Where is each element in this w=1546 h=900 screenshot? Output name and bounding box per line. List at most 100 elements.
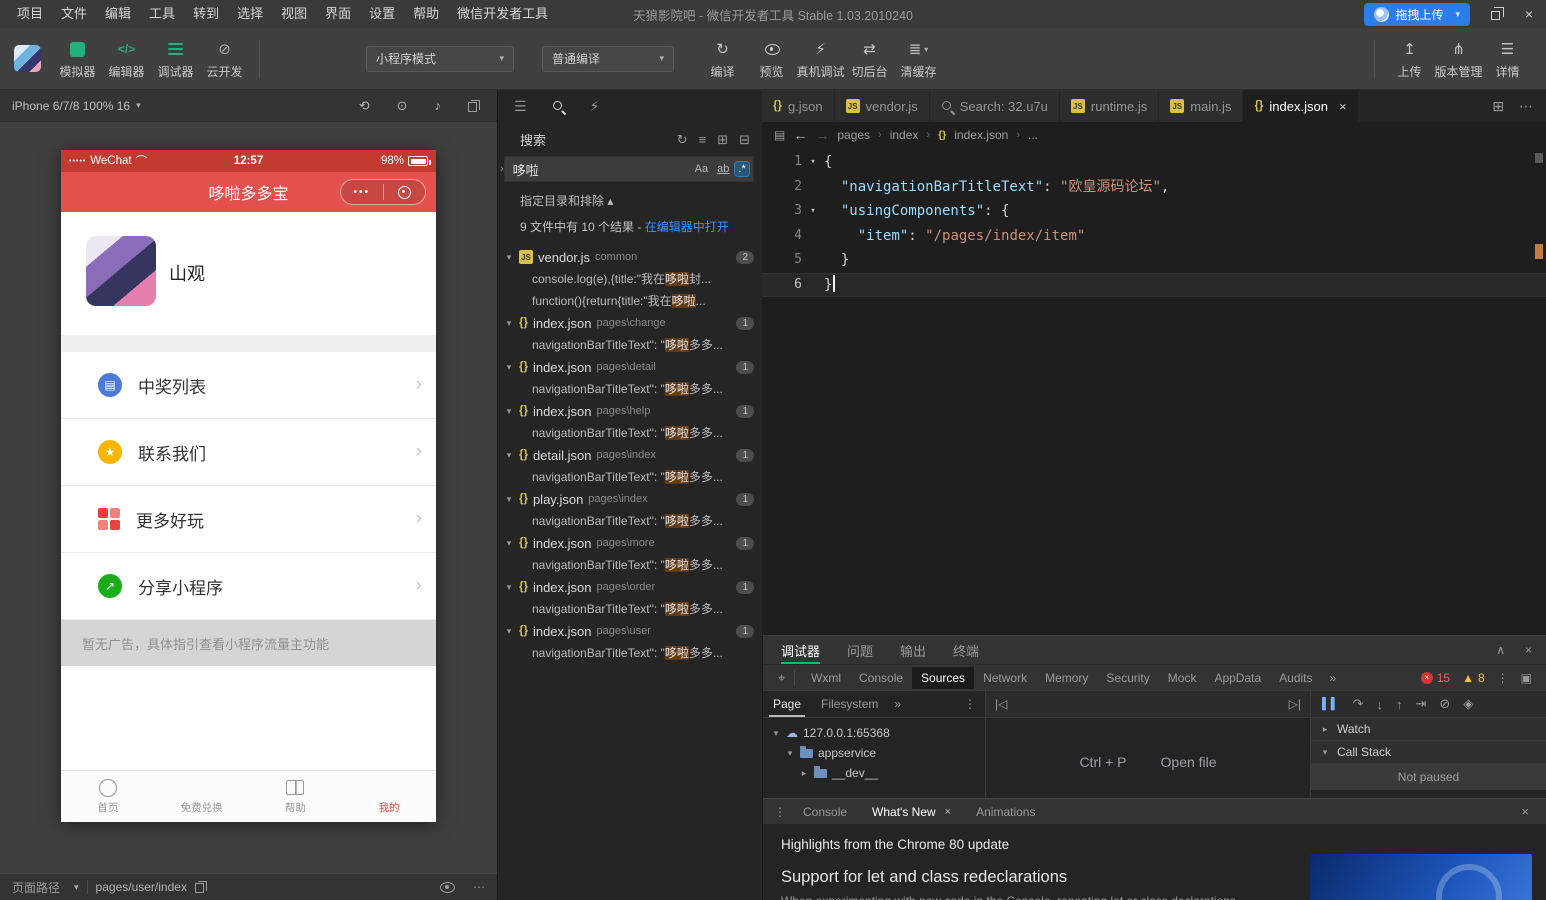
devtools-tab[interactable]: Network bbox=[974, 667, 1036, 689]
user-avatar[interactable] bbox=[14, 45, 41, 72]
search-match-line[interactable]: navigationBarTitleText": "哆啦多多... bbox=[498, 466, 762, 488]
phone-menu-item[interactable]: ↗分享小程序› bbox=[61, 553, 436, 620]
mute-icon[interactable]: ♪ bbox=[435, 98, 442, 113]
search-icon[interactable] bbox=[552, 100, 565, 113]
code-line[interactable]: 6} bbox=[762, 273, 1546, 298]
editor-button[interactable]: </>编辑器 bbox=[102, 38, 151, 80]
devtools-tab[interactable]: Audits bbox=[1270, 667, 1321, 689]
breadcrumb-item[interactable]: index.json bbox=[954, 128, 1008, 142]
search-match-line[interactable]: navigationBarTitleText": "哆啦多多... bbox=[498, 422, 762, 444]
watch-section-header[interactable]: ▸ Watch bbox=[1311, 718, 1546, 741]
close-panel-icon[interactable]: × bbox=[1525, 643, 1532, 657]
eye-icon[interactable] bbox=[439, 880, 455, 895]
search-match-line[interactable]: function(){return{title:"我在哆啦... bbox=[498, 290, 762, 312]
open-in-editor-link[interactable]: 在编辑器中打开 bbox=[645, 220, 729, 234]
split-editor-icon[interactable]: ⊞ bbox=[1492, 98, 1504, 115]
search-match-line[interactable]: navigationBarTitleText": "哆啦多多... bbox=[498, 510, 762, 532]
search-result-file[interactable]: ▾{}index.jsonpages\order1 bbox=[498, 576, 762, 598]
tree-item[interactable]: ▾appservice bbox=[763, 743, 985, 763]
call-stack-section-header[interactable]: ▾ Call Stack bbox=[1311, 741, 1546, 764]
menubar-item[interactable]: 选择 bbox=[228, 0, 272, 28]
preview-button[interactable]: 预览 bbox=[747, 38, 796, 80]
editor-tab[interactable]: {}g.json bbox=[762, 90, 835, 122]
outline-icon[interactable]: ▤ bbox=[774, 128, 785, 142]
error-counter[interactable]: ×15 bbox=[1421, 671, 1450, 685]
menubar-item[interactable]: 编辑 bbox=[96, 0, 140, 28]
capsule-menu[interactable]: ••• bbox=[340, 179, 426, 205]
editor-tab[interactable]: JSvendor.js bbox=[835, 90, 930, 122]
match-case-toggle[interactable]: Aa bbox=[692, 162, 711, 176]
search-result-file[interactable]: ▾{}index.jsonpages\user1 bbox=[498, 620, 762, 642]
clear-results-icon[interactable]: ≡ bbox=[699, 132, 707, 148]
search-result-file[interactable]: ▾{}index.jsonpages\detail1 bbox=[498, 356, 762, 378]
drawer-tab[interactable]: Animations bbox=[966, 802, 1045, 822]
devtools-tab[interactable]: Sources bbox=[912, 667, 974, 689]
search-match-line[interactable]: console.log(e),{title:"我在哆啦封... bbox=[498, 268, 762, 290]
simulator-button[interactable]: 模拟器 bbox=[53, 38, 102, 80]
copy-path-icon[interactable] bbox=[195, 883, 204, 893]
menubar-item[interactable]: 文件 bbox=[52, 0, 96, 28]
code-line[interactable]: 3▾ "usingComponents": { bbox=[762, 199, 1546, 224]
devtools-tab[interactable]: Console bbox=[850, 667, 912, 689]
more-actions-icon[interactable]: ⋯ bbox=[1519, 98, 1533, 115]
code-editor[interactable]: 1▾{2 "navigationBarTitleText": "欧皇源码论坛",… bbox=[762, 148, 1546, 635]
menubar-item[interactable]: 界面 bbox=[316, 0, 360, 28]
refresh-icon[interactable]: ↻ bbox=[677, 132, 688, 148]
code-line[interactable]: 1▾{ bbox=[762, 150, 1546, 175]
search-match-line[interactable]: navigationBarTitleText": "哆啦多多... bbox=[498, 598, 762, 620]
warning-counter[interactable]: ▲8 bbox=[1462, 671, 1485, 685]
devtools-tab[interactable]: Wxml bbox=[802, 667, 850, 689]
menubar-item[interactable]: 工具 bbox=[140, 0, 184, 28]
breadcrumb-item[interactable]: pages bbox=[837, 128, 870, 142]
search-result-file[interactable]: ▾{}index.jsonpages\help1 bbox=[498, 400, 762, 422]
editor-tab[interactable]: JSruntime.js bbox=[1060, 90, 1159, 122]
close-window-button[interactable]: × bbox=[1520, 6, 1538, 22]
inspect-element-icon[interactable]: ⌖ bbox=[769, 670, 795, 686]
close-icon[interactable]: × bbox=[945, 806, 951, 818]
file-list-icon[interactable]: ☰ bbox=[514, 98, 527, 115]
editor-scrollbar[interactable] bbox=[1532, 148, 1546, 635]
search-result-file[interactable]: ▾{}play.jsonpages\index1 bbox=[498, 488, 762, 510]
rotate-device-icon[interactable]: ⟲ bbox=[359, 98, 370, 114]
menubar-item[interactable]: 帮助 bbox=[404, 0, 448, 28]
tabbar-item-profile[interactable]: 我的 bbox=[342, 771, 436, 822]
phone-menu-item[interactable]: ▤中奖列表› bbox=[61, 352, 436, 419]
pause-on-exceptions-icon[interactable]: ◈ bbox=[1463, 696, 1473, 712]
cloud-dev-button[interactable]: ⊘云开发 bbox=[200, 38, 249, 80]
tabbar-item-help[interactable]: 帮助 bbox=[249, 771, 343, 822]
step-into-icon[interactable]: ↓ bbox=[1377, 697, 1384, 712]
editor-tab[interactable]: {}index.json× bbox=[1243, 90, 1358, 122]
dir-filter-toggle[interactable]: 指定目录和排除 ▴ bbox=[498, 190, 762, 216]
sources-sidebar-tab[interactable]: Page bbox=[763, 691, 811, 717]
debugger-button[interactable]: 调试器 bbox=[151, 38, 200, 80]
editor-tab[interactable]: JSmain.js bbox=[1159, 90, 1243, 122]
sources-sidebar-tab[interactable]: Filesystem bbox=[811, 691, 888, 717]
whole-word-toggle[interactable]: ab bbox=[714, 162, 732, 176]
regex-toggle[interactable]: .* bbox=[735, 162, 748, 176]
switch-background-button[interactable]: ⇄切后台 bbox=[845, 38, 894, 80]
back-icon[interactable]: ← bbox=[793, 127, 807, 143]
pause-script-icon[interactable]: ▌▌ bbox=[1322, 698, 1340, 710]
whats-new-thumbnail[interactable] bbox=[1310, 854, 1532, 900]
search-match-line[interactable]: navigationBarTitleText": "哆啦多多... bbox=[498, 642, 762, 664]
quick-tools-icon[interactable]: ⚡ bbox=[590, 98, 600, 115]
menubar-item[interactable]: 转到 bbox=[184, 0, 228, 28]
screenshot-icon[interactable] bbox=[468, 102, 477, 112]
collapse-right-icon[interactable]: ▷| bbox=[1289, 697, 1301, 711]
debugger-tab[interactable]: 终端 bbox=[953, 636, 979, 664]
tree-item[interactable]: ▾☁127.0.0.1:65368 bbox=[763, 723, 985, 743]
compile-button[interactable]: ↻编译 bbox=[698, 38, 747, 80]
search-result-file[interactable]: ▾{}detail.jsonpages\index1 bbox=[498, 444, 762, 466]
devtools-tab[interactable]: AppData bbox=[1205, 667, 1270, 689]
menubar-item[interactable]: 微信开发者工具 bbox=[448, 0, 557, 28]
devtools-tab[interactable]: Mock bbox=[1159, 667, 1206, 689]
step-icon[interactable]: ⇥ bbox=[1416, 696, 1427, 712]
screen-record-icon[interactable]: ⊙ bbox=[397, 98, 408, 114]
drawer-tab[interactable]: What's New× bbox=[862, 802, 961, 822]
more-options-icon[interactable]: ⋯ bbox=[473, 880, 485, 894]
open-results-editor-icon[interactable]: ⊞ bbox=[717, 132, 728, 148]
version-button[interactable]: ⋔版本管理 bbox=[1434, 38, 1483, 80]
code-line[interactable]: 4 "item": "/pages/index/item" bbox=[762, 224, 1546, 249]
details-button[interactable]: ☰详情 bbox=[1483, 38, 1532, 80]
upload-button[interactable]: ↥上传 bbox=[1385, 38, 1434, 80]
